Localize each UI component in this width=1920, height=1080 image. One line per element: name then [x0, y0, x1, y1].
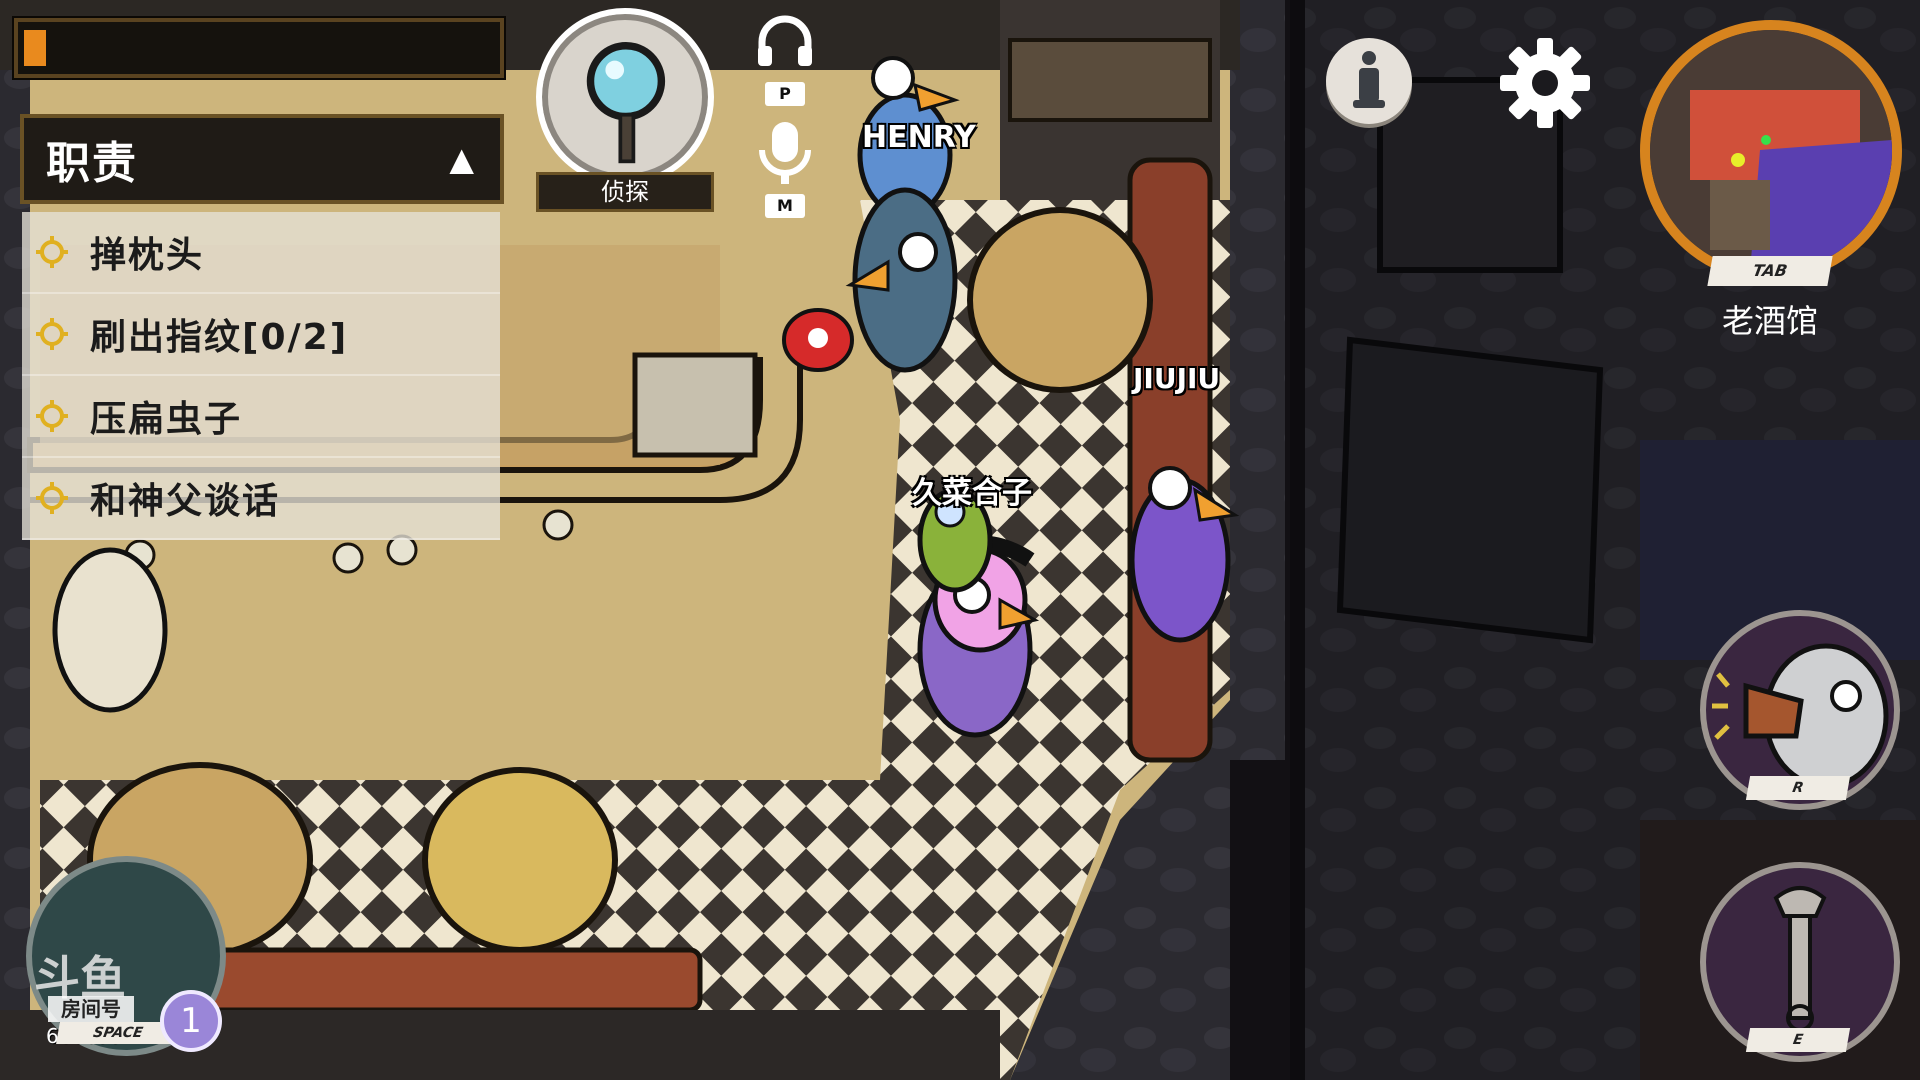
headphones-icon[interactable]	[752, 10, 818, 70]
red-cap[interactable]	[782, 308, 854, 372]
task-marker-icon	[36, 318, 68, 350]
minimap-key: TAB	[1707, 256, 1833, 286]
player-position-marker	[1731, 153, 1745, 167]
task-label: 压扁虫子	[90, 399, 243, 440]
task-label: 和神父谈话	[90, 481, 281, 522]
minimap-view	[1650, 30, 1892, 272]
push-to-talk-key: P	[765, 82, 805, 106]
task-item: 掸枕头	[22, 212, 500, 294]
use-ability-key: E	[1745, 1028, 1851, 1052]
mute-key: M	[765, 194, 805, 218]
magnifier-icon	[586, 41, 666, 164]
task-list: 掸枕头 刷出指纹[0/2] 压扁虫子 和神父谈话	[22, 212, 500, 540]
tasks-panel-header[interactable]: 职责 ▲	[20, 114, 504, 204]
role-label: 侦探	[536, 172, 714, 212]
goose-white-sleeping	[52, 547, 168, 713]
count-badge: 1	[160, 990, 222, 1052]
role-circle	[536, 8, 714, 186]
microphone-icon[interactable]	[752, 118, 818, 188]
collapse-triangle-icon[interactable]: ▲	[449, 140, 474, 178]
player-name-tag: JIUJIU	[1133, 362, 1221, 395]
info-icon	[1353, 51, 1385, 108]
player-name-tag: 久菜合子	[912, 476, 1032, 511]
task-progress-fill	[24, 30, 46, 66]
task-label: 刷出指纹[0/2]	[90, 317, 349, 358]
task-label: 掸枕头	[90, 235, 205, 276]
tasks-title: 职责	[46, 138, 138, 189]
voice-chat-controls: P M	[752, 10, 818, 220]
info-button[interactable]	[1326, 38, 1412, 124]
location-name: 老酒馆	[1721, 302, 1818, 340]
task-marker-icon	[36, 236, 68, 268]
task-progress-bar	[14, 18, 504, 78]
task-marker-icon	[36, 482, 68, 514]
other-player-marker	[1761, 135, 1771, 145]
task-marker-icon	[36, 400, 68, 432]
minimap[interactable]	[1640, 20, 1902, 282]
gear-icon	[1500, 38, 1590, 128]
task-item: 和神父谈话	[22, 458, 500, 540]
task-item: 刷出指纹[0/2]	[22, 294, 500, 376]
settings-button[interactable]	[1500, 38, 1590, 128]
room-label: 房间号	[48, 996, 134, 1022]
role-badge[interactable]: 侦探	[530, 8, 720, 212]
player-name-tag: HENRY	[862, 120, 976, 155]
honk-ability-key: R	[1745, 776, 1851, 800]
task-item: 压扁虫子	[22, 376, 500, 458]
